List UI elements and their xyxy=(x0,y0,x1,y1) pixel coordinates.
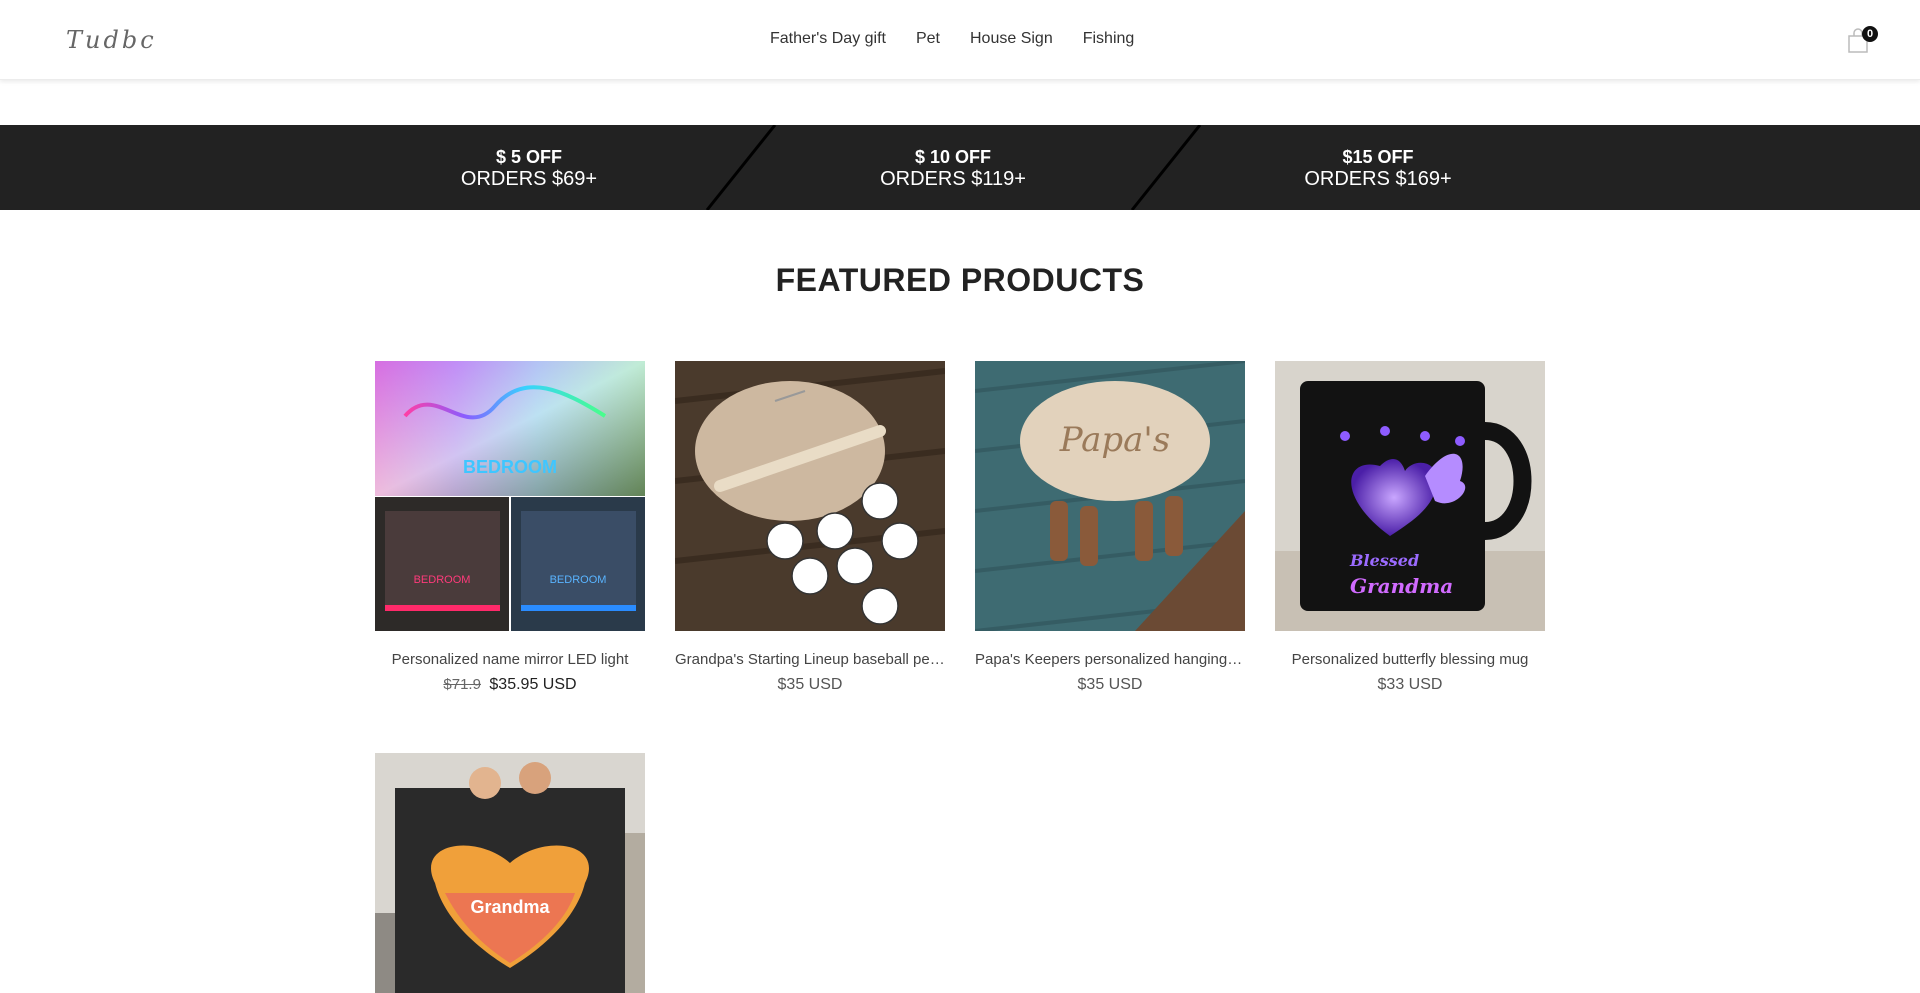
site-logo[interactable]: Tudbc xyxy=(66,26,157,54)
svg-text:Blessed: Blessed xyxy=(1349,551,1419,570)
product-card: Grandpa's Starting Lineup baseball perso… xyxy=(675,361,945,694)
product-image-butterfly-mug[interactable]: Blessed Grandma xyxy=(1275,361,1545,631)
promo-amount: $ 5 OFF xyxy=(495,147,562,167)
promo-orders: ORDERS $69+ xyxy=(460,167,598,190)
product-title[interactable]: Personalized name mirror LED light xyxy=(375,651,645,668)
product-sale-price: $35 USD xyxy=(777,676,843,693)
svg-text:Grandma: Grandma xyxy=(470,897,550,917)
product-sale-price: $35 USD xyxy=(1077,676,1143,693)
product-title[interactable]: Papa's Keepers personalized hanging sign xyxy=(975,651,1245,668)
promo-item-3: $15 OFF ORDERS $169+ xyxy=(1228,147,1528,191)
promo-amount: $15 OFF xyxy=(1342,147,1414,167)
svg-text:BEDROOM: BEDROOM xyxy=(463,457,557,477)
product-price: $71.9 $35.95 USD xyxy=(375,676,645,694)
cart-count-badge: 0 xyxy=(1862,26,1878,42)
product-image-led-mirror[interactable]: BEDROOM BEDROOM BEDROOM xyxy=(375,361,645,631)
promo-divider xyxy=(705,125,777,210)
product-sale-price: $35.95 USD xyxy=(489,676,577,693)
nav-fathers-day-gift[interactable]: Father's Day gift xyxy=(770,30,886,48)
promo-orders: ORDERS $169+ xyxy=(1304,167,1452,190)
promo-divider xyxy=(1130,125,1202,210)
product-image-papas-keepers[interactable]: Papa's xyxy=(975,361,1245,631)
promo-bar: $ 5 OFF ORDERS $69+ $ 10 OFF ORDERS $119… xyxy=(0,125,1920,210)
product-price: $33 USD xyxy=(1275,676,1545,694)
product-price: $35 USD xyxy=(975,676,1245,694)
product-title[interactable]: Grandpa's Starting Lineup baseball perso… xyxy=(675,651,945,668)
promo-item-2: $ 10 OFF ORDERS $119+ xyxy=(803,147,1103,191)
nav-house-sign[interactable]: House Sign xyxy=(970,30,1053,48)
product-image-grandma-blanket[interactable]: Grandma xyxy=(375,753,645,993)
main-nav: Father's Day gift Pet House Sign Fishing xyxy=(770,30,1164,48)
promo-orders: ORDERS $119+ xyxy=(880,167,1026,190)
product-card: Grandma xyxy=(375,753,645,993)
site-header: Tudbc Father's Day gift Pet House Sign F… xyxy=(0,0,1920,80)
promo-item-1: $ 5 OFF ORDERS $69+ xyxy=(379,147,679,191)
svg-text:BEDROOM: BEDROOM xyxy=(550,574,607,586)
product-sale-price: $33 USD xyxy=(1377,676,1443,693)
product-card: Blessed Grandma Personalized butterfly b… xyxy=(1275,361,1545,694)
featured-products-title: FEATURED PRODUCTS xyxy=(775,262,1145,298)
nav-fishing[interactable]: Fishing xyxy=(1083,30,1135,48)
promo-amount: $ 10 OFF xyxy=(914,147,992,167)
product-card: Papa's Papa's Keepers personalized hangi… xyxy=(975,361,1245,694)
nav-pet[interactable]: Pet xyxy=(916,30,940,48)
product-image-grandpa-lineup[interactable] xyxy=(675,361,945,631)
svg-text:BEDROOM: BEDROOM xyxy=(414,574,471,586)
svg-text:Papa's: Papa's xyxy=(1059,420,1170,460)
product-price: $35 USD xyxy=(675,676,945,694)
product-card: BEDROOM BEDROOM BEDROOM Personalized nam… xyxy=(375,361,645,694)
product-title[interactable]: Personalized butterfly blessing mug xyxy=(1275,651,1545,668)
svg-text:Grandma: Grandma xyxy=(1350,574,1453,598)
product-compare-price: $71.9 xyxy=(443,676,481,693)
